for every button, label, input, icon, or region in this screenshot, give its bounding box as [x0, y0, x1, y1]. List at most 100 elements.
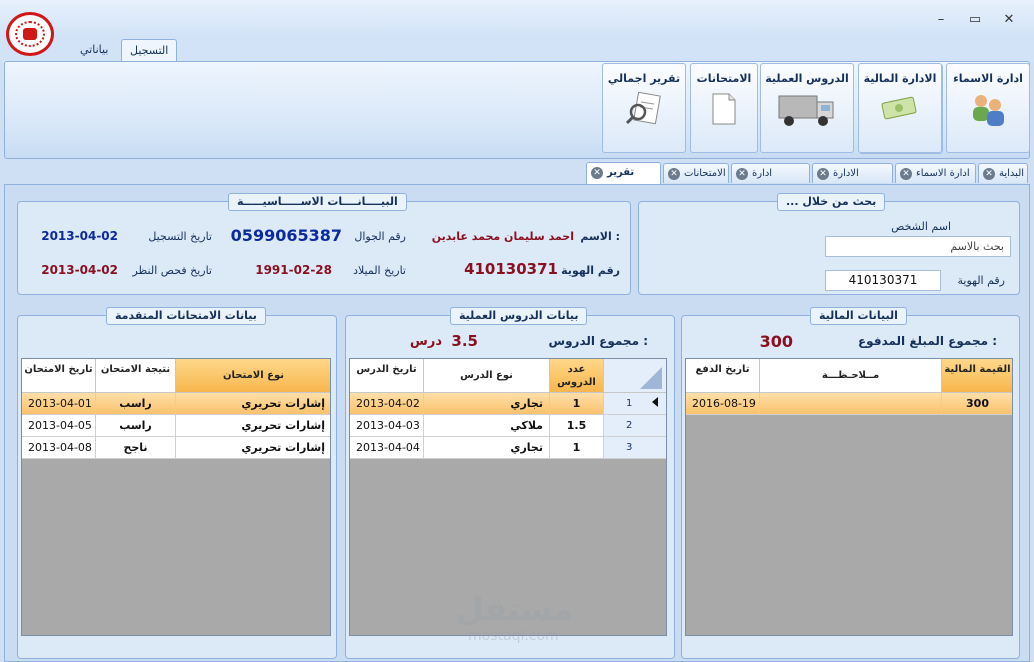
id-label: رقم الهوية	[957, 274, 1005, 287]
table-row[interactable]: إشارات تحريري راسب 2013-04-05	[22, 415, 330, 437]
doc-tab-report[interactable]: ✕تقرير كلي	[586, 162, 661, 197]
financial-grid[interactable]: القيمة المالية مــلاحـظـــة تاريخ الدفع …	[685, 358, 1013, 636]
truck-icon	[777, 92, 837, 131]
ribbon-button-names-main[interactable]: ادارة الاسماء	[946, 63, 1030, 153]
doc-tab-finance[interactable]: ✕الادارة المالية	[812, 163, 893, 198]
birth-date-label: تاريخ الميلاد	[353, 264, 406, 277]
ribbon-button-label: الادارة المالية	[863, 72, 937, 85]
cell-lesson-type: تجاري	[424, 437, 550, 459]
cell-note	[760, 393, 942, 415]
close-icon[interactable]: ✕	[817, 168, 829, 180]
doc-tab-lessons[interactable]: ✕ادارة الدروس	[731, 163, 810, 198]
report-search-icon	[624, 91, 664, 129]
app-logo	[6, 12, 54, 56]
close-icon[interactable]: ✕	[668, 168, 680, 180]
table-row[interactable]: 2 1.5 ملاكي 2013-04-03	[350, 415, 666, 437]
doc-tab-names[interactable]: ✕ ادارة الاسماء	[895, 163, 976, 183]
table-row[interactable]: إشارات تحريري راسب 2013-04-01	[22, 393, 330, 415]
cell-exam-date: 2013-04-05	[22, 415, 96, 437]
close-icon[interactable]: ✕	[591, 167, 603, 179]
registration-date-value: 2013-04-02	[41, 229, 118, 243]
mobile-label: رقم الجوال	[354, 230, 406, 243]
exams-group: بيانات الامتحانات المتقدمة نوع الامتحان …	[17, 307, 337, 659]
ribbon-button-label: ادارة الاسماء	[953, 72, 1023, 85]
column-header-note[interactable]: مــلاحـظـــة	[760, 359, 942, 393]
exams-title: بيانات الامتحانات المتقدمة	[106, 307, 266, 325]
column-header-pay-date[interactable]: تاريخ الدفع	[686, 359, 760, 393]
column-header-lesson-date[interactable]: تاريخ الدرس	[350, 359, 424, 393]
column-header-amount[interactable]: القيمة المالية	[942, 359, 1012, 393]
ribbon-tab-mydata[interactable]: بياناتي	[72, 39, 116, 62]
eye-exam-date-value: 2013-04-02	[41, 263, 118, 277]
column-header-exam-date[interactable]: تاريخ الامتحان	[22, 359, 96, 393]
basic-name-value: احمد سليمان محمد عابدين	[431, 230, 574, 243]
financial-total-label: مجموع المبلغ المدفوع :	[857, 334, 997, 348]
cell-lesson-type: ملاكي	[424, 415, 550, 437]
table-row[interactable]: 3 1 تجاري 2013-04-04	[350, 437, 666, 459]
cell-lesson-count: 1	[550, 437, 604, 459]
registration-date-label: تاريخ التسجيل	[148, 230, 212, 243]
table-row[interactable]: 1 1 تجاري 2013-04-02	[350, 393, 666, 415]
maximize-button[interactable]: ▭	[964, 12, 986, 28]
row-number: 2	[604, 415, 666, 437]
name-label: اسم الشخص	[891, 220, 951, 233]
row-number: 3	[604, 437, 666, 459]
column-header-lesson-type[interactable]: نوع الدرس	[424, 359, 550, 393]
cell-exam-type: إشارات تحريري	[176, 393, 330, 415]
ribbon-button-label: الدروس العملية	[765, 72, 849, 85]
watermark-logo: مستقل	[456, 590, 574, 628]
column-header-exam-type[interactable]: نوع الامتحان	[176, 359, 330, 393]
minimize-button[interactable]: –	[930, 12, 952, 28]
document-tab-bar: ✕البداية ✕ادارة الاسماء ✕الادارة المالية…	[0, 162, 1034, 198]
row-header-corner[interactable]	[604, 359, 666, 393]
search-group: ... بحث من خلال اسم الشخص بحث بالاسم رقم…	[638, 193, 1020, 295]
cell-amount: 300	[942, 393, 1012, 415]
lessons-total-unit: درس	[409, 334, 442, 349]
cell-lesson-date: 2013-04-04	[350, 437, 424, 459]
cell-lesson-count: 1.5	[550, 415, 604, 437]
lessons-title: بيانات الدروس العملية	[450, 307, 588, 325]
lessons-total-label: مجموع الدروس :	[548, 334, 648, 348]
ribbon-button-label: تقرير اجمالي	[607, 72, 681, 85]
ribbon-button-report[interactable]: تقرير اجمالي	[602, 63, 686, 153]
close-button[interactable]: ✕	[998, 12, 1020, 28]
ribbon-tab-bar: التسجيل بياناتي	[0, 36, 1034, 62]
name-search-input[interactable]: بحث بالاسم	[825, 236, 1011, 257]
cell-exam-result: راسب	[96, 415, 176, 437]
close-icon[interactable]: ✕	[736, 168, 748, 180]
cell-exam-date: 2013-04-01	[22, 393, 96, 415]
cell-lesson-date: 2013-04-03	[350, 415, 424, 437]
id-search-input[interactable]: 410130371	[825, 270, 941, 291]
title-bar: – ▭ ✕	[0, 0, 1034, 36]
close-icon[interactable]: ✕	[900, 168, 912, 180]
ribbon-button-exams[interactable]: الامتحانات	[690, 63, 758, 153]
financial-group: البيانات المالية مجموع المبلغ المدفوع : …	[681, 307, 1020, 659]
cell-exam-result: ناجح	[96, 437, 176, 459]
basic-data-group: البيــــانــــات الاســـــاسيـــــة الاس…	[17, 193, 631, 295]
basic-name-label: الاسم :	[580, 230, 620, 243]
document-icon	[710, 92, 738, 129]
ribbon-button-lessons[interactable]: الدروس العملية	[760, 63, 854, 153]
close-icon[interactable]: ✕	[983, 168, 995, 180]
cell-pay-date: 2016-08-19	[686, 393, 760, 415]
money-icon	[879, 92, 921, 125]
cell-exam-result: راسب	[96, 393, 176, 415]
financial-title: البيانات المالية	[810, 307, 907, 325]
table-row[interactable]: إشارات تحريري ناجح 2013-04-08	[22, 437, 330, 459]
column-header-lesson-count[interactable]: عدد الدروس	[550, 359, 604, 393]
ribbon-button-finance[interactable]: الادارة المالية	[858, 63, 942, 153]
cell-lesson-type: تجاري	[424, 393, 550, 415]
doc-tab-exams[interactable]: ✕ الامتحانات	[663, 163, 729, 183]
basic-id-value: 410130371	[464, 260, 558, 278]
doc-tab-home[interactable]: ✕ البداية	[978, 163, 1028, 183]
cell-exam-date: 2013-04-08	[22, 437, 96, 459]
exams-grid[interactable]: نوع الامتحان نتيجة الامتحان تاريخ الامتح…	[21, 358, 331, 636]
eye-exam-date-label: تاريخ فحص النظر	[132, 264, 212, 277]
column-header-exam-result[interactable]: نتيجة الامتحان	[96, 359, 176, 393]
mobile-value: 0599065387	[230, 226, 342, 245]
cell-lesson-count: 1	[550, 393, 604, 415]
current-row-indicator-icon	[652, 397, 658, 407]
lessons-total-value: 3.5	[451, 332, 478, 350]
table-row[interactable]: 300 2016-08-19	[686, 393, 1012, 415]
ribbon-tab-registration[interactable]: التسجيل	[121, 39, 178, 62]
